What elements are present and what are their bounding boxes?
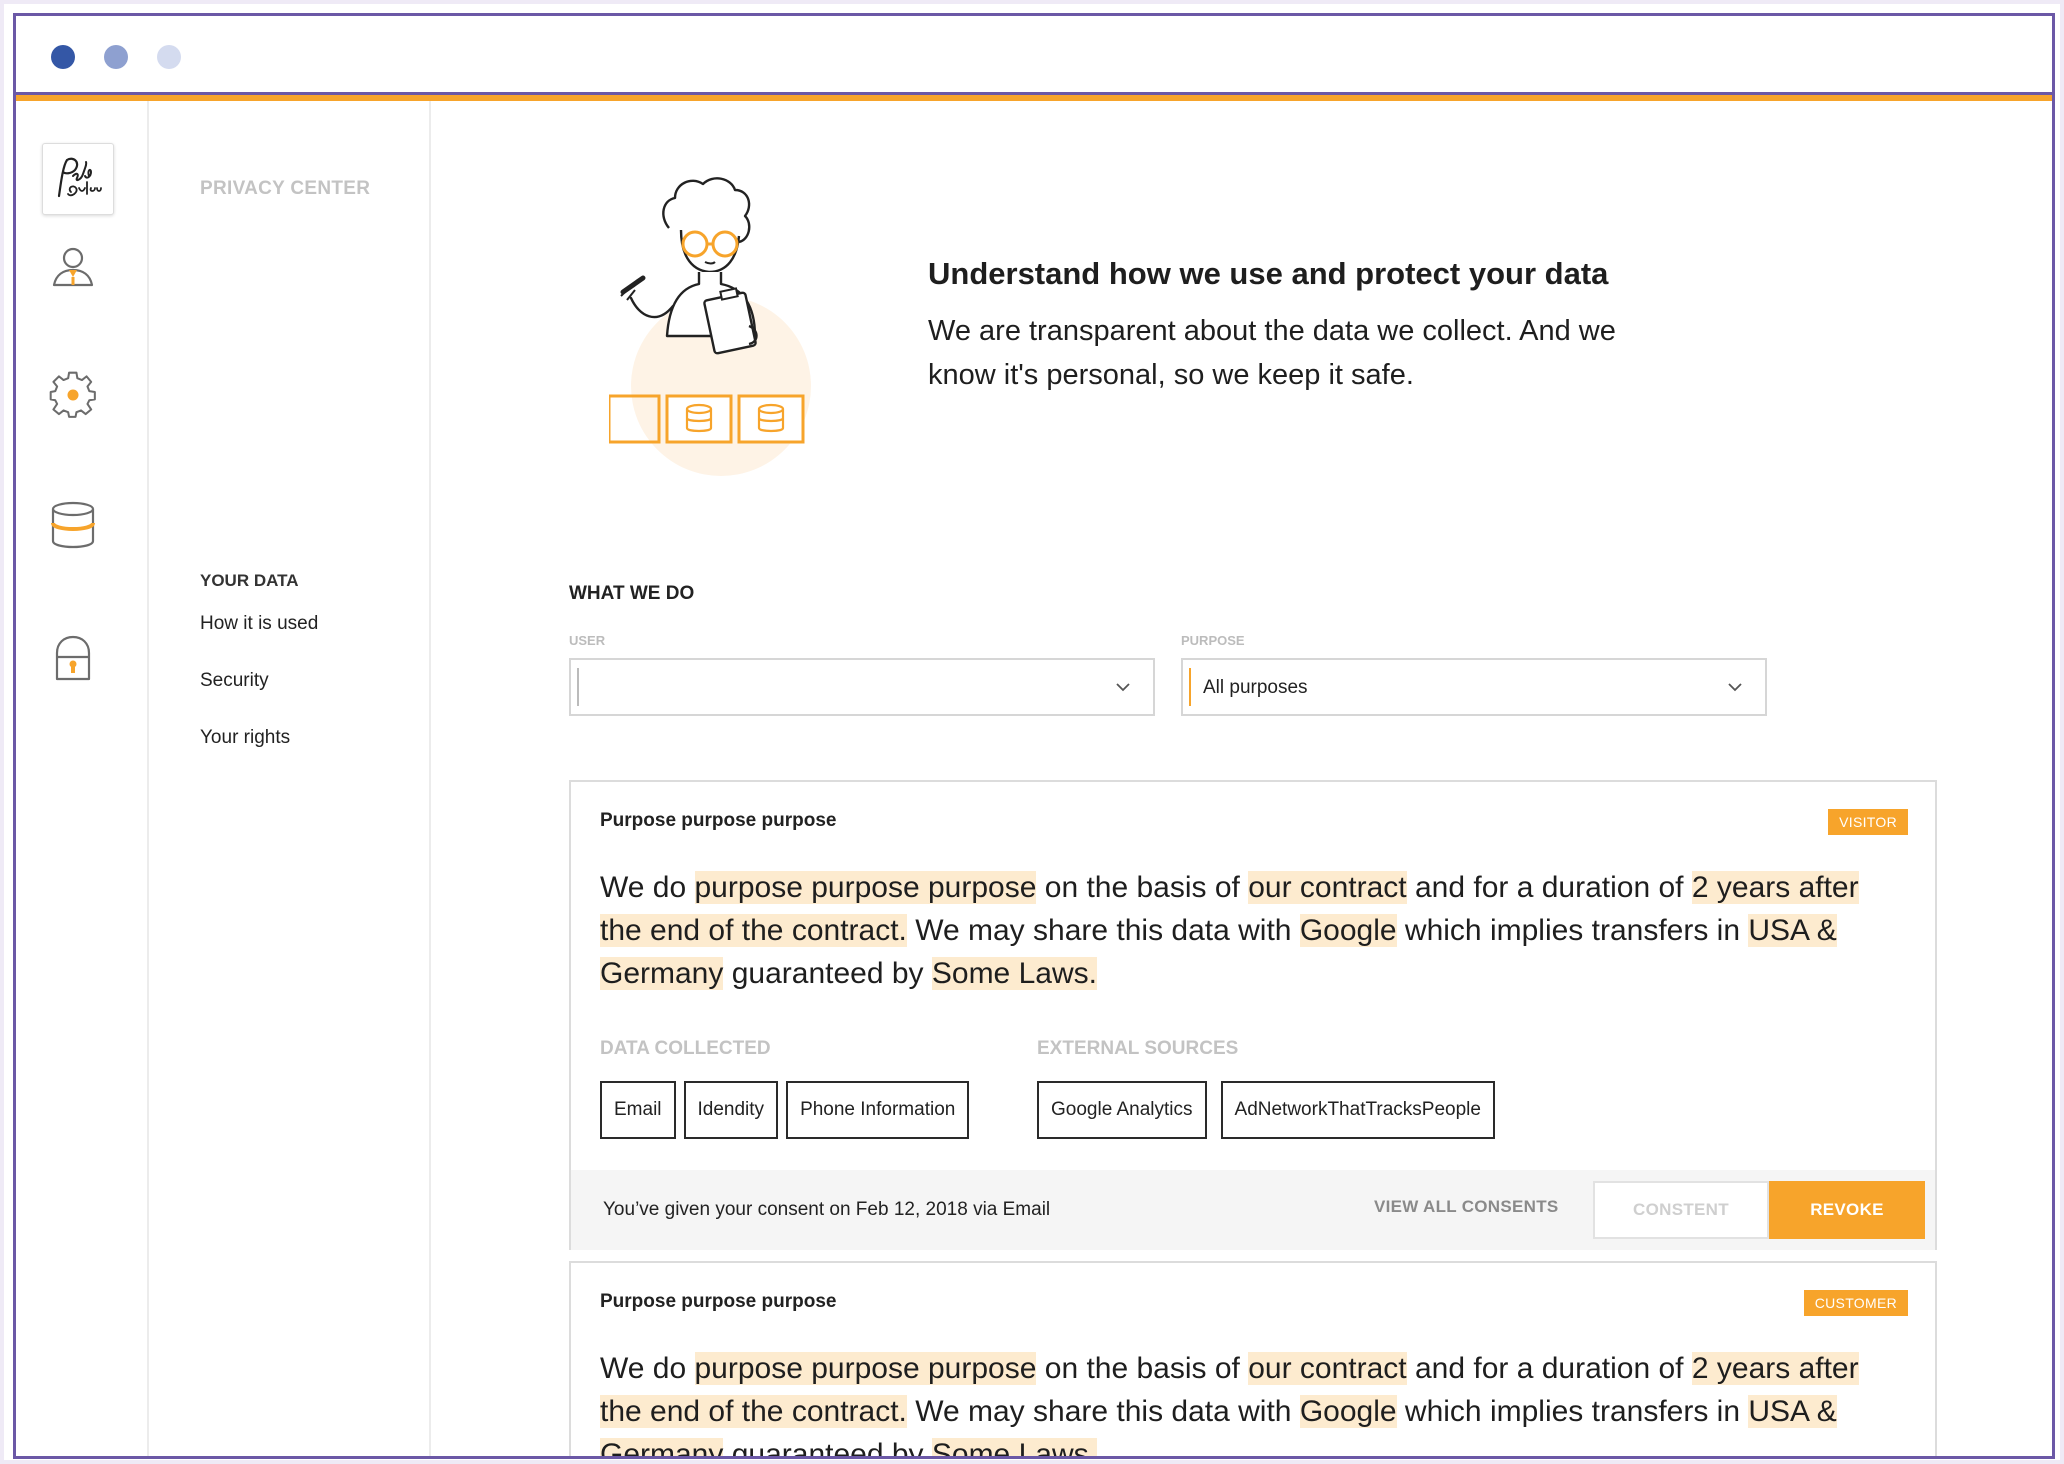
text-segment: We may share this data with <box>906 1395 1300 1428</box>
external-sources-label: EXTERNAL SOURCES <box>1037 1038 1239 1059</box>
highlight-guarantee: Some Laws. <box>931 957 1097 990</box>
user-select-caret <box>577 668 579 706</box>
nav-link-security[interactable]: Security <box>200 670 269 692</box>
nav-link-how-it-is-used[interactable]: How it is used <box>200 613 318 635</box>
text-segment: guaranteed by <box>723 957 932 990</box>
purpose-select[interactable]: All purposes <box>1181 658 1767 716</box>
highlight-recipient: Google <box>1299 914 1397 947</box>
icon-rail <box>16 101 149 1456</box>
consent-button[interactable]: CONSTENT <box>1593 1181 1769 1239</box>
data-collected-label: DATA COLLECTED <box>600 1038 771 1059</box>
data-tag: Email <box>600 1081 676 1139</box>
text-segment: We do <box>600 1352 695 1385</box>
window-maximize-dot[interactable] <box>157 45 181 69</box>
chevron-down-icon <box>1116 683 1130 692</box>
person-with-clipboard-illustration <box>609 177 811 476</box>
your-data-heading: YOUR DATA <box>200 571 299 590</box>
brand-logo[interactable] <box>42 143 114 215</box>
text-segment: and for a duration of <box>1406 871 1692 904</box>
purpose-select-accent <box>1189 668 1191 706</box>
highlight-basis: our contract <box>1248 1352 1407 1385</box>
accent-divider <box>16 92 2052 101</box>
highlight-guarantee: Some Laws. <box>931 1438 1097 1456</box>
external-sources-tags: Google Analytics AdNetworkThatTracksPeop… <box>1037 1081 1495 1139</box>
data-tag: Phone Information <box>786 1081 970 1139</box>
highlight-basis: our contract <box>1248 871 1407 904</box>
purpose-description: We do purpose purpose purpose on the bas… <box>600 866 1860 995</box>
privacy-center-title: PRIVACY CENTER <box>200 178 371 199</box>
text-segment: on the basis of <box>1036 871 1249 904</box>
text-segment: which implies transfers in <box>1396 1395 1749 1428</box>
source-tag: AdNetworkThatTracksPeople <box>1220 1081 1495 1139</box>
purpose-card: Purpose purpose purpose VISITOR We do pu… <box>569 780 1937 1250</box>
hero-title: Understand how we use and protect your d… <box>928 256 1609 291</box>
text-segment: We may share this data with <box>906 914 1300 947</box>
purpose-field-label: PURPOSE <box>1181 633 1245 648</box>
highlight-purpose: purpose purpose purpose <box>694 871 1037 904</box>
user-icon[interactable] <box>47 241 99 293</box>
view-all-consents-link[interactable]: VIEW ALL CONSENTS <box>1374 1197 1559 1217</box>
purpose-select-value: All purposes <box>1203 677 1308 698</box>
purpose-description: We do purpose purpose purpose on the bas… <box>600 1347 1860 1459</box>
title-bar <box>16 16 2052 92</box>
browser-window: PRIVACY CENTER YOUR DATA How it is used … <box>13 13 2055 1459</box>
purpose-card-title: Purpose purpose purpose <box>600 1291 837 1312</box>
revoke-button[interactable]: REVOKE <box>1769 1181 1925 1239</box>
database-icon[interactable] <box>47 499 99 551</box>
chevron-down-icon <box>1728 683 1742 692</box>
highlight-recipient: Google <box>1299 1395 1397 1428</box>
privacy-nav: PRIVACY CENTER YOUR DATA How it is used … <box>149 101 431 1456</box>
highlight-purpose: purpose purpose purpose <box>694 1352 1037 1385</box>
text-segment: and for a duration of <box>1406 1352 1692 1385</box>
outer-frame: PRIVACY CENTER YOUR DATA How it is used … <box>0 0 2064 1464</box>
user-field-label: USER <box>569 633 606 648</box>
window-minimize-dot[interactable] <box>104 45 128 69</box>
what-we-do-heading: WHAT WE DO <box>569 583 695 604</box>
status-badge: VISITOR <box>1828 809 1908 835</box>
hero-text: We are transparent about the data we col… <box>928 315 1616 391</box>
text-segment: which implies transfers in <box>1396 914 1749 947</box>
data-collected-tags: Email Idendity Phone Information <box>600 1081 970 1139</box>
lock-icon[interactable] <box>47 633 99 685</box>
main-content: Understand how we use and protect your d… <box>431 101 2052 1459</box>
text-segment: on the basis of <box>1036 1352 1249 1385</box>
user-select[interactable] <box>569 658 1155 716</box>
text-segment: guaranteed by <box>723 1438 932 1459</box>
settings-gear-icon[interactable] <box>47 369 99 421</box>
purpose-card-title: Purpose purpose purpose <box>600 810 837 831</box>
status-badge: CUSTOMER <box>1803 1290 1908 1316</box>
purpose-card: Purpose purpose purpose CUSTOMER We do p… <box>569 1261 1937 1459</box>
source-tag: Google Analytics <box>1037 1081 1207 1139</box>
logo-script-icon <box>57 157 102 198</box>
nav-link-your-rights[interactable]: Your rights <box>200 727 290 749</box>
text-segment: We do <box>600 871 695 904</box>
window-close-dot[interactable] <box>51 45 75 69</box>
consent-status-text: You’ve given your consent on Feb 12, 201… <box>603 1199 1051 1220</box>
consent-footer: You’ve given your consent on Feb 12, 201… <box>571 1170 1935 1250</box>
data-tag: Idendity <box>683 1081 779 1139</box>
